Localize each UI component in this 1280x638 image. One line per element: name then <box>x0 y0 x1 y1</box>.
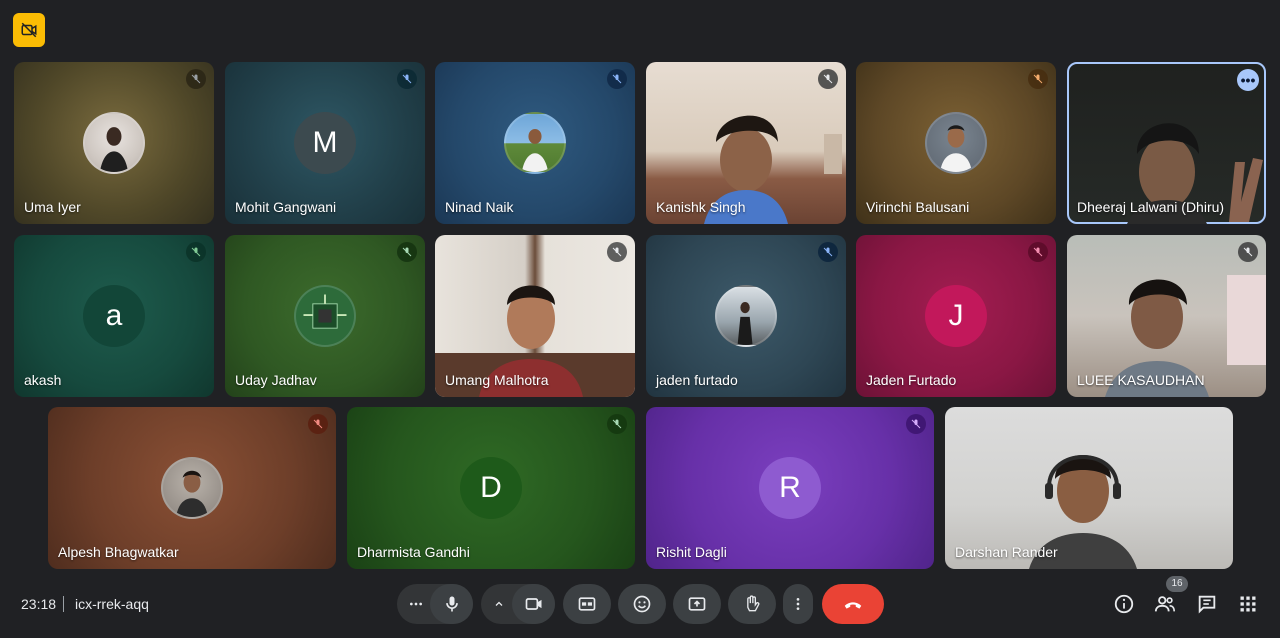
control-bar: 23:18 icx-rrek-aqq 16 <box>0 576 1280 624</box>
mic-icon <box>445 596 458 612</box>
captions-button[interactable] <box>563 584 611 624</box>
captions-icon <box>578 597 596 611</box>
participant-name: Dharmista Gandhi <box>357 544 470 560</box>
mic-off-icon <box>607 69 627 89</box>
activities-icon <box>1240 596 1256 612</box>
participant-name: Mohit Gangwani <box>235 199 337 215</box>
mic-off-icon <box>607 414 627 434</box>
participant-tile[interactable]: Uday Jadhav <box>225 235 425 397</box>
avatar <box>161 457 223 519</box>
participant-name: Uma Iyer <box>24 199 81 215</box>
participant-tile[interactable]: Darshan Rander <box>945 407 1233 569</box>
raise-hand-icon <box>747 595 760 612</box>
participant-tile[interactable]: ••• Dheeraj Lalwani (Dhiru) <box>1067 62 1266 224</box>
avatar: M <box>294 112 356 174</box>
participant-name: Umang Malhotra <box>445 372 549 388</box>
participant-tile[interactable]: LUEE KASAUDHAN <box>1067 235 1266 397</box>
meeting-details-button[interactable] <box>1112 592 1136 616</box>
people-icon <box>1154 596 1175 612</box>
camera-button[interactable] <box>512 584 555 624</box>
participant-name: Kanishk Singh <box>656 199 746 215</box>
participant-count-badge: 16 <box>1166 576 1188 592</box>
participant-tile[interactable]: J Jaden Furtado <box>856 235 1056 397</box>
activities-button[interactable] <box>1236 592 1260 616</box>
participant-name: LUEE KASAUDHAN <box>1077 372 1205 388</box>
avatar <box>83 112 145 174</box>
mic-off-icon <box>397 69 417 89</box>
mic-off-icon <box>1028 242 1048 262</box>
participant-name: Dheeraj Lalwani (Dhiru) <box>1077 199 1225 215</box>
emoji-icon <box>633 595 651 613</box>
participant-name: Rishit Dagli <box>656 544 727 560</box>
present-screen-icon <box>688 597 706 611</box>
chevron-up-icon <box>495 601 503 606</box>
participant-tile[interactable]: M Mohit Gangwani <box>225 62 425 224</box>
avatar: D <box>460 457 522 519</box>
avatar <box>925 112 987 174</box>
present-button[interactable] <box>673 584 721 624</box>
end-call-icon <box>844 602 862 609</box>
mic-off-icon <box>818 69 838 89</box>
participant-name: Uday Jadhav <box>235 372 317 388</box>
mic-off-icon <box>906 414 926 434</box>
mic-off-icon <box>607 242 627 262</box>
participant-name: Jaden Furtado <box>866 372 957 388</box>
participant-tile[interactable]: Umang Malhotra <box>435 235 635 397</box>
participant-name: Virinchi Balusani <box>866 199 970 215</box>
participant-name: Alpesh Bhagwatkar <box>58 544 179 560</box>
chat-button[interactable] <box>1195 592 1219 616</box>
leave-call-button[interactable] <box>822 584 884 624</box>
mic-off-icon <box>308 414 328 434</box>
meeting-code: icx-rrek-aqq <box>75 596 149 612</box>
more-vert-icon <box>796 598 800 610</box>
mic-off-icon <box>186 242 206 262</box>
no-video-badge[interactable] <box>13 13 45 47</box>
more-horiz-icon <box>410 602 422 606</box>
participant-tile[interactable]: R Rishit Dagli <box>646 407 934 569</box>
participant-tile[interactable]: Uma Iyer <box>14 62 214 224</box>
participant-name: Ninad Naik <box>445 199 514 215</box>
people-button[interactable] <box>1153 592 1177 616</box>
chat-icon <box>1198 595 1216 614</box>
meeting-time: 23:18 <box>21 596 57 612</box>
participant-tile[interactable]: a akash <box>14 235 214 397</box>
mic-off-icon <box>818 242 838 262</box>
participant-name: jaden furtado <box>656 372 738 388</box>
divider <box>63 596 64 612</box>
more-options-button[interactable] <box>783 584 813 624</box>
avatar <box>504 112 566 174</box>
participant-tile[interactable]: Alpesh Bhagwatkar <box>48 407 336 569</box>
participant-tile[interactable]: Virinchi Balusani <box>856 62 1056 224</box>
mic-off-icon <box>397 242 417 262</box>
participant-tile[interactable]: Kanishk Singh <box>646 62 846 224</box>
mic-off-icon <box>1028 69 1048 89</box>
participant-tile[interactable]: Ninad Naik <box>435 62 635 224</box>
avatar <box>715 285 777 347</box>
raise-hand-button[interactable] <box>728 584 776 624</box>
avatar: a <box>83 285 145 347</box>
mic-button[interactable] <box>430 584 473 624</box>
participant-name: akash <box>24 372 62 388</box>
mic-off-icon <box>186 69 206 89</box>
participant-tile[interactable]: D Dharmista Gandhi <box>347 407 635 569</box>
mic-off-icon <box>1238 242 1258 262</box>
reactions-button[interactable] <box>618 584 666 624</box>
avatar: J <box>925 285 987 347</box>
no-video-icon <box>21 22 37 38</box>
avatar <box>294 285 356 347</box>
avatar: R <box>759 457 821 519</box>
more-options-icon[interactable]: ••• <box>1237 69 1259 91</box>
participant-name: Darshan Rander <box>955 544 1058 560</box>
info-icon <box>1114 594 1134 614</box>
camera-icon <box>525 598 541 610</box>
participant-tile[interactable]: jaden furtado <box>646 235 846 397</box>
